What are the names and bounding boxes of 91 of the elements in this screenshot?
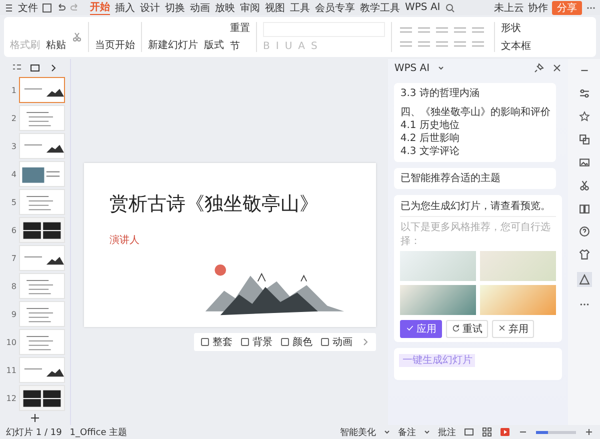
outline-line: 3.3 诗的哲理内涵 [400,87,480,100]
scissors-icon[interactable] [578,180,590,191]
caret-icon[interactable] [438,65,444,71]
theme-label[interactable]: 1_Office 主题 [70,426,128,438]
play-icon[interactable] [500,427,510,437]
settings-sliders-icon[interactable] [578,88,590,99]
help-icon[interactable] [578,226,590,237]
slide-number: 1 [10,86,16,94]
grid-view-icon[interactable] [482,427,492,437]
outline-line: 四、《独坐敬亭山》的影响和评价 [400,106,550,119]
slide-tool-button[interactable]: 动画 [320,335,352,349]
caret-icon[interactable] [424,429,430,435]
ribbon-tab[interactable]: 放映 [215,0,235,14]
square-icon [200,337,210,347]
slide-counter: 幻灯片 1 / 19 [6,426,62,438]
book-icon[interactable] [578,203,590,214]
ribbon-tab[interactable]: 插入 [115,0,135,14]
refresh-icon [452,324,460,332]
close-icon[interactable] [552,63,562,73]
zoom-slider[interactable] [536,430,548,434]
panel-title[interactable]: WPS AI [394,62,430,74]
square-icon [240,337,250,347]
slide-tool-button[interactable]: 整套 [200,335,232,349]
slide-number: 9 [10,310,16,318]
close-icon [498,324,506,332]
slide-view-icon[interactable] [30,63,40,73]
outline-line: 4.3 文学评论 [400,145,460,158]
pin-icon[interactable] [534,63,544,73]
notice-text: 已智能推荐合适的主题 [400,172,502,185]
slide-number: 5 [10,198,16,206]
hint-text: 以下是更多风格推荐，您可自行选择： [400,220,552,248]
slide-number: 2 [10,114,16,122]
slide-number: 12 [5,394,16,402]
search-icon[interactable] [445,2,456,12]
ribbon-tab[interactable]: 切换 [165,0,185,14]
copy-icon[interactable] [578,134,590,145]
plus-icon[interactable] [30,413,40,423]
notes-button[interactable]: 备注 [398,426,416,438]
ribbon-tab[interactable]: 设计 [140,0,160,14]
file-menu[interactable]: 文件 [18,0,38,14]
apply-button[interactable]: 应用 [400,320,442,338]
slide-number: 4 [10,170,16,178]
slide-thumbnail[interactable] [19,77,66,103]
ai-tab[interactable]: WPS AI [405,2,440,13]
slide-number: 7 [10,254,16,262]
ribbon-tab[interactable]: 会员专享 [315,0,355,14]
reset-button[interactable]: 重置 [230,21,250,35]
image-icon[interactable] [578,157,590,168]
ribbon-tab[interactable]: 教学工具 [360,0,400,14]
zoom-in-icon[interactable] [584,427,594,437]
retry-button[interactable]: 重试 [446,320,488,338]
collaborate-button[interactable]: 协作 [528,0,548,14]
ribbon-tab[interactable]: 视图 [265,0,285,14]
slide-tool-button[interactable]: 颜色 [280,335,312,349]
caret-icon[interactable] [384,429,390,435]
section-button[interactable]: 节 [230,39,250,53]
slide-title: 赏析古诗《独坐敬亭山》 [110,192,319,217]
check-icon [406,324,414,332]
square-icon [320,337,330,347]
slide-tool-button[interactable]: 背景 [240,335,272,349]
paste-button[interactable]: 粘贴 [46,22,66,52]
scissors-icon[interactable] [72,32,82,42]
textbox-button[interactable]: 文本框 [501,39,531,53]
menu-icon[interactable] [4,2,14,12]
layout-button[interactable]: 版式 [204,22,224,52]
discard-button[interactable]: 弃用 [492,320,534,338]
new-slide-button[interactable]: 新建幻灯片 [148,22,198,52]
comments-button[interactable]: 批注 [438,426,456,438]
presenter-label: 演讲人 [110,234,140,247]
slide-number: 11 [5,366,16,374]
slide-number: 10 [5,338,16,346]
slide-number: 3 [10,142,16,150]
undo-icon[interactable] [56,2,66,12]
slide-number: 8 [10,282,16,290]
normal-view-icon[interactable] [464,427,474,437]
shape-button[interactable]: 形状 [501,21,531,35]
outline-line: 4.1 历史地位 [400,119,460,132]
star-icon[interactable] [578,111,590,122]
outline-line: 4.2 后世影响 [400,132,460,145]
ribbon-tab[interactable]: 动画 [190,0,210,14]
shirt-icon[interactable] [578,249,590,260]
play-from-current-button[interactable]: 当页开始 [95,22,135,52]
ribbon-tab[interactable]: 审阅 [240,0,260,14]
template-preview[interactable] [400,285,476,315]
ribbon-tab[interactable]: 工具 [290,0,310,14]
beautify-button[interactable]: 智能美化 [340,426,376,438]
cloud-status[interactable]: 未上云 [494,0,524,14]
slide-number: 6 [10,226,16,234]
result-text: 已为您生成幻灯片，请查看预览。 [400,199,556,217]
square-icon [280,337,290,347]
ai-triangle-icon[interactable] [576,272,592,287]
